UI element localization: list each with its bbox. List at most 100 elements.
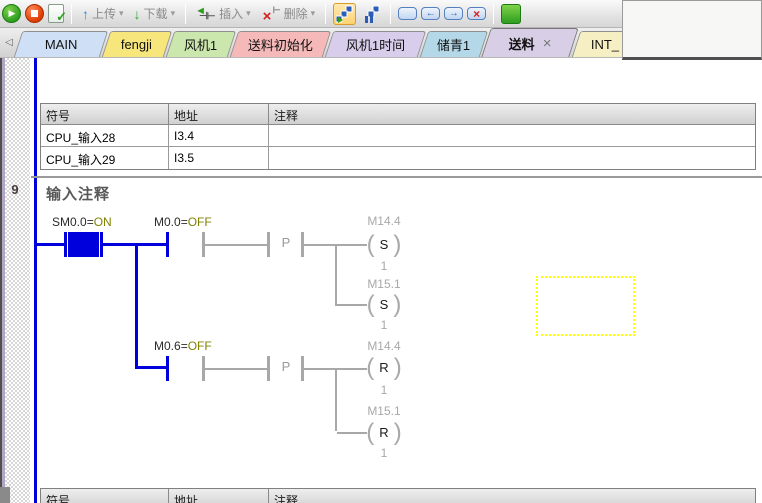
table-row[interactable]: CPU_输入29 I3.5 [41,147,755,169]
tab-close-icon[interactable]: × [542,35,551,52]
comment-cell[interactable] [269,125,755,146]
delete-label: 删除 [284,5,308,22]
download-dropdown-icon[interactable]: ▾ [171,8,176,19]
tab-songliao-active[interactable]: 送料 × [481,28,578,57]
contact-label: M0.0=OFF [154,215,212,229]
coil-paren: ) [393,233,401,257]
tab-songliao-init[interactable]: 送料初始化 [230,31,331,57]
ladder-view-run-button[interactable] [333,3,356,25]
coil-paren: ( [366,356,374,380]
tab-chuqing1[interactable]: 储青1 [420,31,488,57]
branch-wire [335,245,337,306]
coil-paren: ) [394,421,402,445]
chevron-left-icon: ◁ [5,37,13,48]
toolbar-separator [390,4,391,24]
stop-icon [31,10,38,17]
edge-contact-bar[interactable] [267,356,270,381]
column-header-address[interactable]: 地址 [169,104,269,124]
contact-label: SM0.0=ON [52,215,112,229]
power-rail [34,58,37,503]
tab-label: 送料初始化 [248,35,313,54]
margin-selection-block [0,487,10,503]
contact-bar[interactable] [166,356,169,381]
insert-label: 插入 [219,5,243,22]
insert-button[interactable]: ◄ ⊣⊢ 插入 ▾ [193,3,254,25]
symbol-table: 符号 地址 注释 [40,488,756,503]
download-button[interactable]: ↓ 下载 ▾ [131,3,179,24]
column-header-comment[interactable]: 注释 [269,489,755,503]
column-header-comment[interactable]: 注释 [269,104,755,124]
floating-panel [622,0,762,60]
coil-address: M14.4 [356,214,412,228]
toolbar-separator [493,4,494,24]
coil-paren: ) [393,293,401,317]
ladder-view-pause-button[interactable] [360,3,383,25]
coil-address: M15.1 [356,277,412,291]
run-button[interactable]: ▶ [2,4,21,23]
coil-operand: 1 [356,259,412,273]
tab-fengji[interactable]: fengji [102,31,172,57]
set-coil[interactable]: (S) [356,231,412,258]
address-cell[interactable]: I3.5 [169,147,269,169]
check-icon: ✓ [56,9,67,25]
upload-arrow-icon: ↑ [82,7,89,21]
branch-wire [135,243,138,369]
network-margin [5,58,30,503]
table-row[interactable]: CPU_输入28 I3.4 [41,125,755,147]
next-network-button[interactable]: → [444,7,463,20]
contact-bar[interactable] [166,232,169,257]
plc-editor-window: ▶ ✓ ↑ 上传 ▾ ↓ 下载 ▾ ◄ ⊣⊢ 插入 ▾ ⊢ × [0,0,762,503]
insert-dropdown-icon[interactable]: ▾ [246,8,251,19]
column-header-symbol[interactable]: 符号 [41,489,169,503]
upload-button[interactable]: ↑ 上传 ▾ [79,3,127,24]
upload-dropdown-icon[interactable]: ▾ [119,8,124,19]
delete-button[interactable]: ⊢ × 删除 ▾ [258,3,319,25]
delete-contact-icon: ⊢ × [261,5,281,23]
network-title[interactable]: 输入注释 [46,183,110,204]
symbol-cell[interactable]: CPU_输入29 [41,147,169,169]
red-x-icon: × [473,7,480,21]
reset-coil[interactable]: (R) [356,354,412,381]
symbol-cell[interactable]: CPU_输入28 [41,125,169,146]
network-separator [31,176,762,178]
symbol-table-header: 符号 地址 注释 [41,104,755,125]
left-arrow-icon: ← [426,8,436,19]
upload-label: 上传 [92,5,116,22]
coil-paren: ( [367,233,375,257]
download-label: 下载 [144,5,168,22]
column-header-symbol[interactable]: 符号 [41,104,169,124]
ladder-run-icon [336,5,354,23]
prev-network-button[interactable]: ← [421,7,440,20]
reset-coil[interactable]: (R) [356,419,412,446]
status-chart-button[interactable] [501,4,521,24]
positive-edge-contact[interactable]: P [272,235,300,250]
address-cell[interactable]: I3.4 [169,125,269,146]
toolbar-separator [71,4,72,24]
coil-address: M14.4 [356,339,412,353]
stop-button[interactable] [25,4,44,23]
tab-label: 风机1 [184,35,217,54]
delete-box-button[interactable]: × [467,7,486,20]
delete-dropdown-icon[interactable]: ▾ [311,8,316,19]
contact-bar[interactable] [64,232,67,257]
insert-contact-icon: ◄ ⊣⊢ [196,5,216,23]
ladder-pause-icon [363,5,381,23]
selection-box[interactable] [536,276,635,336]
coil-paren: ) [394,356,402,380]
comment-cell[interactable] [269,147,755,169]
column-header-address[interactable]: 地址 [169,489,269,503]
toolbar-separator [185,4,186,24]
tab-fengji1[interactable]: 风机1 [166,31,236,57]
coil-address: M15.1 [356,404,412,418]
positive-edge-contact[interactable]: P [272,359,300,374]
set-coil[interactable]: (S) [356,291,412,318]
tab-fengji1-time[interactable]: 风机1时间 [325,31,426,57]
coil-operand: 1 [356,383,412,397]
tab-main[interactable]: MAIN [14,31,108,57]
compile-button[interactable]: ✓ [48,4,64,23]
toolbar-separator [325,4,326,24]
coil-operand: 1 [356,446,412,460]
contact-energized-fill[interactable] [68,232,99,257]
empty-box-button[interactable] [398,7,417,20]
edge-contact-bar[interactable] [267,232,270,257]
